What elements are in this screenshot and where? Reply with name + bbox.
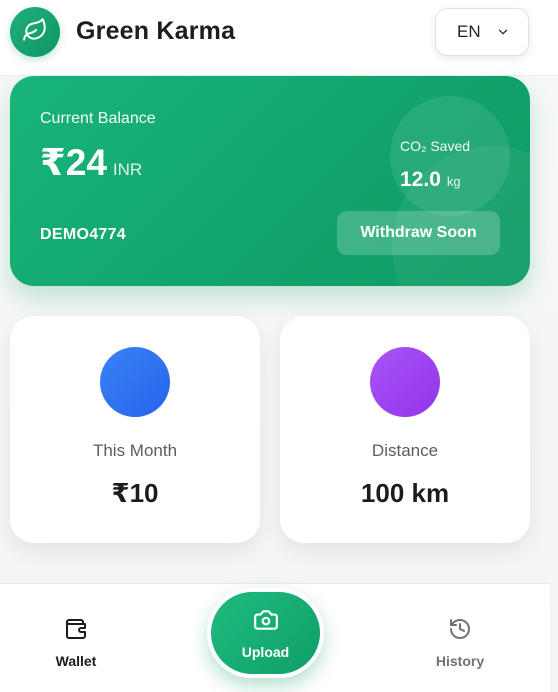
balance-amount: ₹24 INR bbox=[40, 141, 142, 184]
co2-saved-label: CO₂ Saved bbox=[400, 138, 471, 154]
nav-label-history: History bbox=[435, 653, 485, 669]
nav-item-history[interactable]: History bbox=[420, 617, 500, 669]
leaf-icon bbox=[22, 17, 48, 48]
wallet-icon bbox=[64, 617, 88, 646]
app-logo bbox=[10, 7, 60, 57]
upload-button[interactable]: Upload bbox=[207, 588, 324, 678]
nav-label-wallet: Wallet bbox=[55, 653, 97, 669]
co2-saved-value: 12.0 bbox=[400, 168, 441, 191]
camera-icon bbox=[253, 607, 279, 638]
stat-indicator-dot bbox=[100, 347, 170, 417]
app-title: Green Karma bbox=[76, 17, 236, 45]
stat-card-this-month: This Month ₹10 bbox=[10, 316, 260, 543]
stat-value: ₹10 bbox=[111, 478, 159, 508]
stat-label: This Month bbox=[92, 441, 178, 460]
language-value: EN bbox=[457, 22, 481, 41]
withdraw-button[interactable]: Withdraw Soon bbox=[337, 211, 500, 255]
app-header: Green Karma EN bbox=[0, 0, 558, 76]
language-select[interactable]: EN bbox=[435, 8, 529, 56]
stat-card-distance: Distance 100 km bbox=[280, 316, 530, 543]
stat-label: Distance bbox=[371, 441, 439, 460]
history-icon bbox=[448, 617, 472, 646]
stat-indicator-dot bbox=[370, 347, 440, 417]
balance-value: ₹24 bbox=[40, 142, 107, 183]
upload-label: Upload bbox=[241, 643, 290, 660]
balance-currency: INR bbox=[112, 160, 143, 179]
balance-label: Current Balance bbox=[40, 110, 156, 127]
user-code: DEMO4774 bbox=[40, 226, 126, 243]
co2-saved-unit: kg bbox=[446, 174, 461, 189]
chevron-down-icon bbox=[496, 25, 510, 39]
nav-item-wallet[interactable]: Wallet bbox=[36, 617, 116, 669]
app-root: Green Karma EN Current Balance ₹24 INR C… bbox=[0, 0, 558, 692]
stat-value: 100 km bbox=[360, 478, 450, 508]
co2-saved-amount: 12.0 kg bbox=[400, 168, 461, 192]
balance-card: Current Balance ₹24 INR CO₂ Saved 12.0 k… bbox=[10, 76, 530, 286]
